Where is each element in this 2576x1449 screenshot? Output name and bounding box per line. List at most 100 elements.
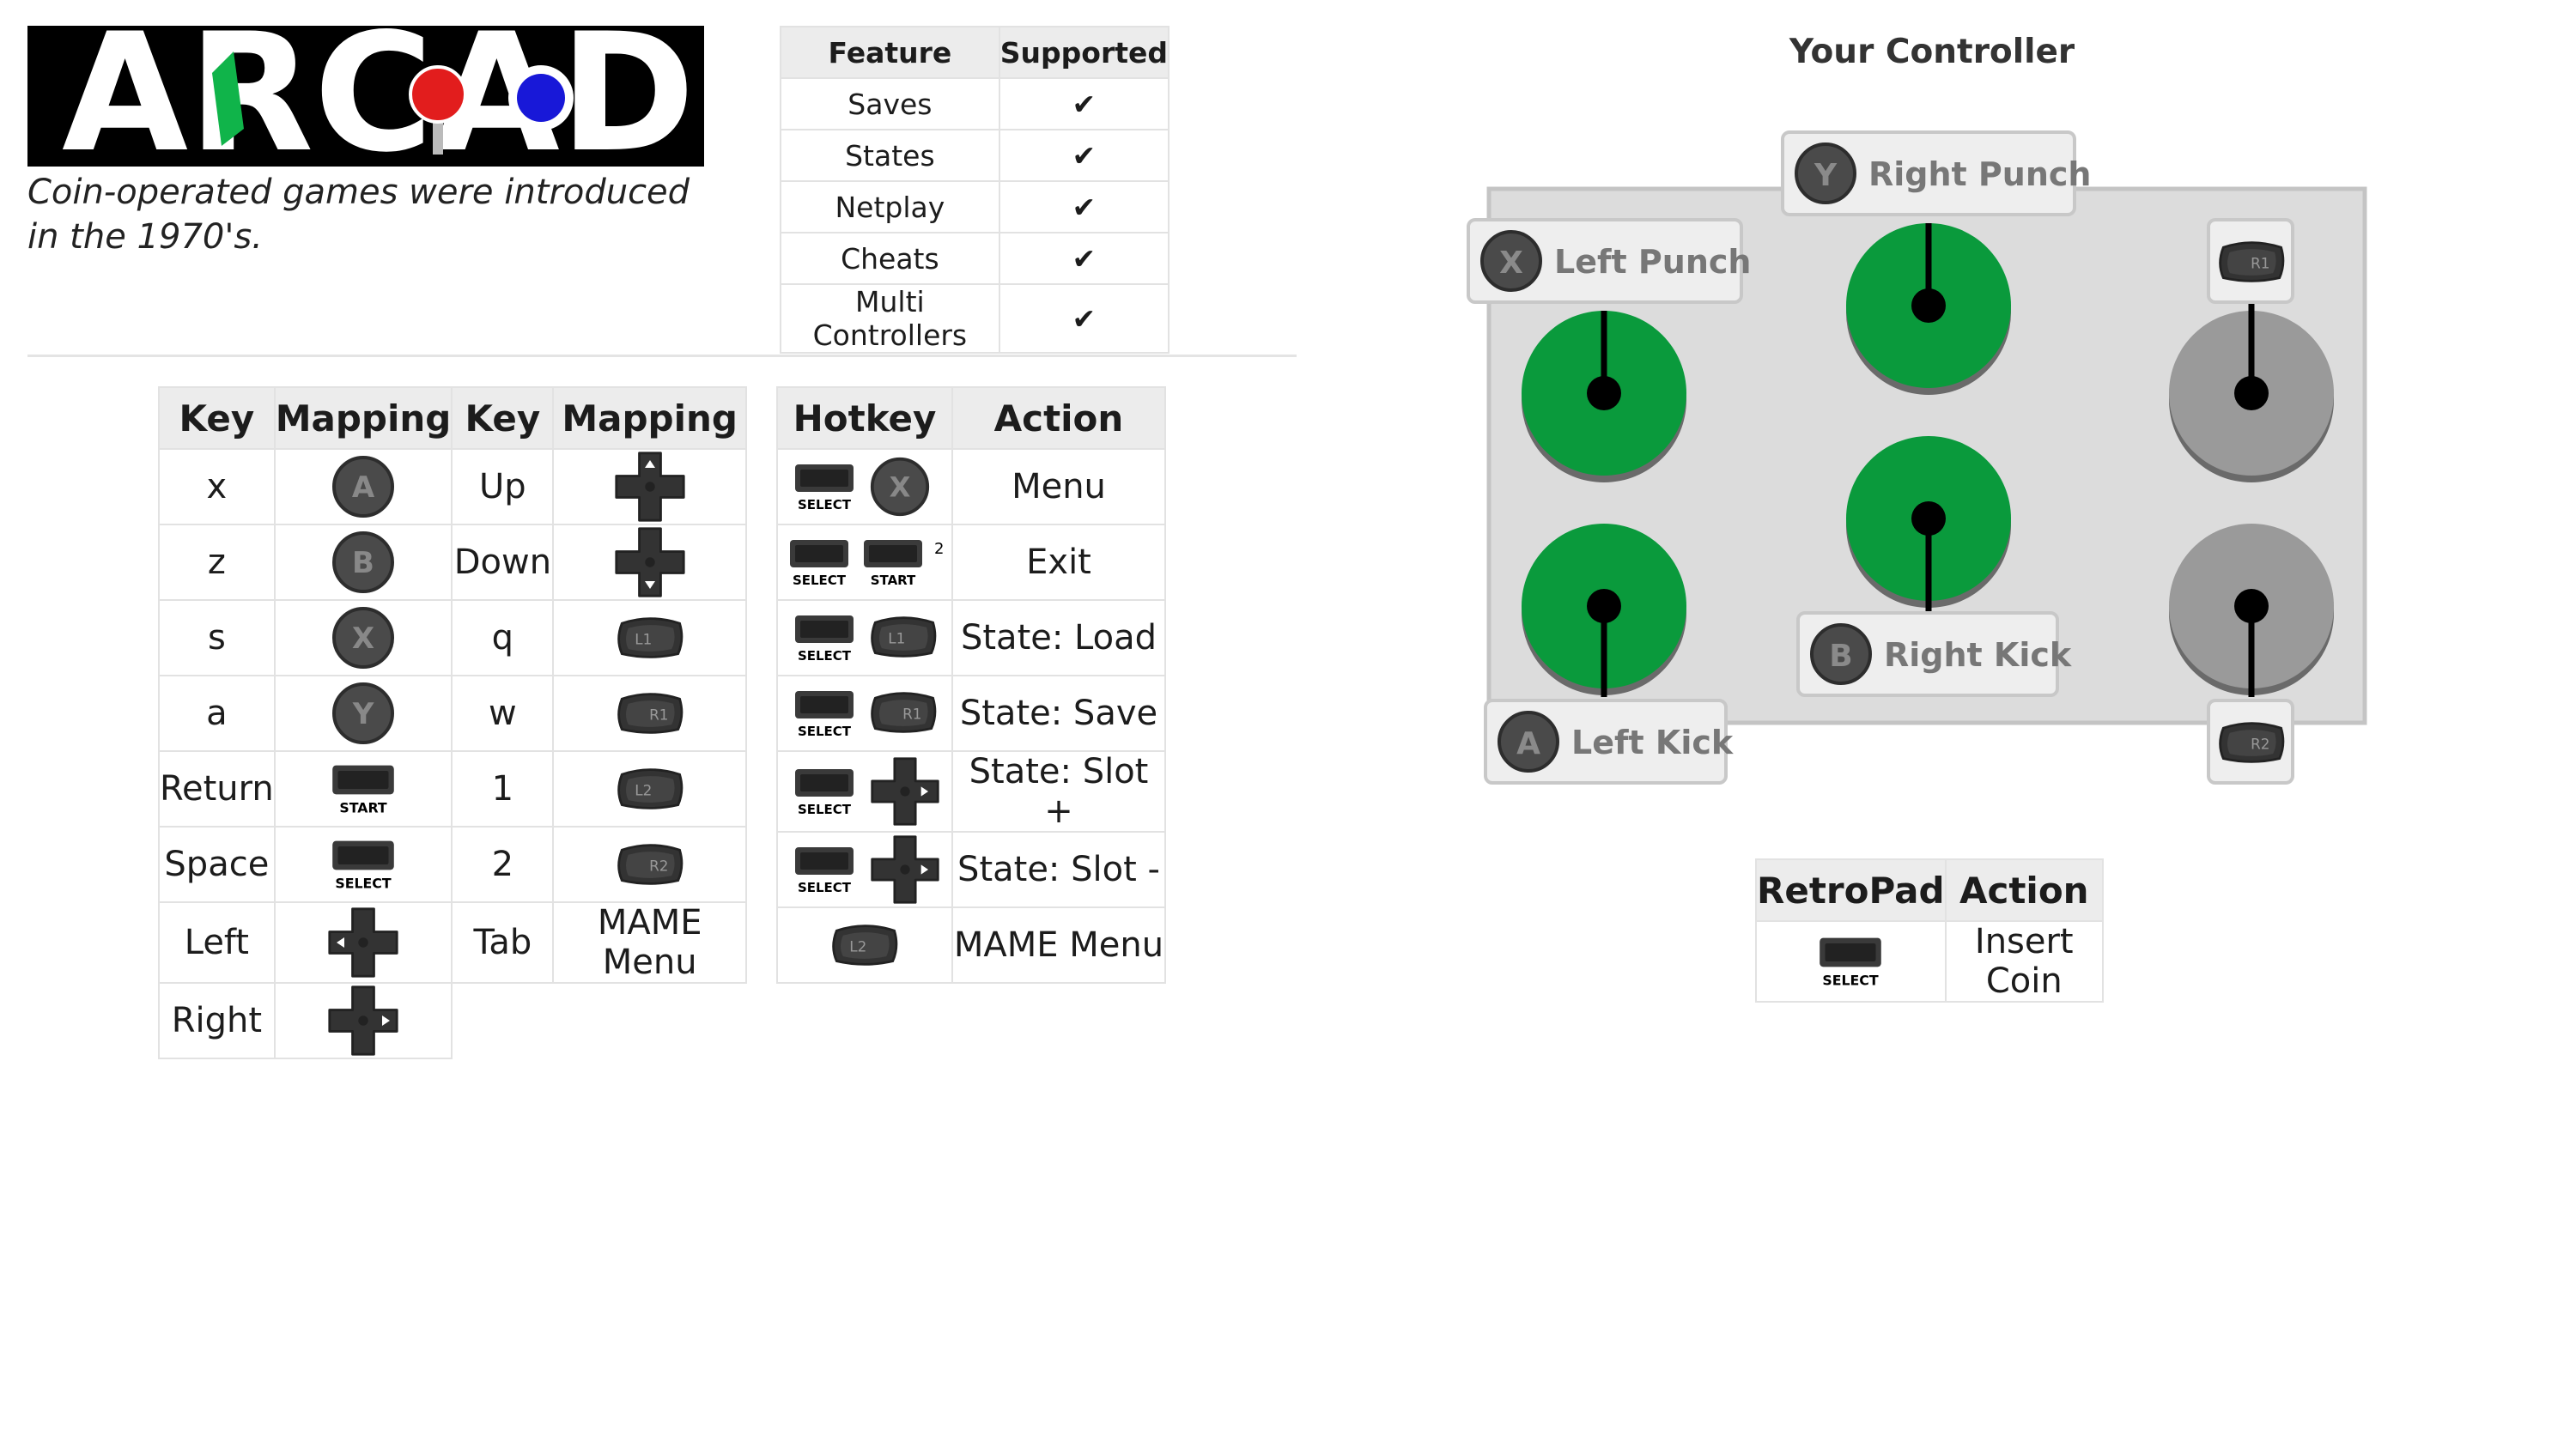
R2-trigger-icon: R2	[552, 826, 747, 903]
left-kick-button	[1522, 524, 1686, 697]
svg-text:START: START	[871, 573, 916, 588]
dpad-right-icon	[273, 982, 453, 1059]
key-cell: q	[451, 599, 555, 676]
svg-text:B: B	[1829, 639, 1852, 674]
select-button-icon: SELECT	[273, 826, 453, 903]
feature-table: Feature Supported Saves ✔ States ✔ Netplay…	[780, 26, 1170, 354]
L2-trigger-icon: L2	[776, 906, 953, 984]
svg-text:L1: L1	[635, 630, 652, 647]
svg-text:X: X	[1499, 246, 1523, 281]
dpad-down-icon	[552, 524, 747, 601]
key-cell: Up	[451, 448, 555, 525]
right-punch-callout: Y Right Punch	[1781, 130, 2091, 216]
svg-text:R2: R2	[649, 857, 668, 874]
empty-cell	[452, 983, 554, 1058]
left-punch-button	[1522, 311, 1686, 482]
logo-text: ARCADE	[62, 26, 704, 167]
svg-text:R2: R2	[2251, 735, 2269, 752]
key-cell: Down	[451, 524, 555, 601]
svg-text:Y: Y	[1814, 158, 1838, 193]
svg-text:R1: R1	[2251, 254, 2269, 271]
hotkey-action: State: Load	[951, 599, 1166, 676]
check-icon: ✔	[998, 232, 1170, 285]
right-kick-callout: B Right Kick	[1796, 611, 2072, 697]
hotkey-combo-select-r1: SELECT R1	[776, 675, 953, 752]
A-button-icon: A	[273, 448, 453, 525]
svg-text:SELECT: SELECT	[798, 802, 852, 817]
L2-trigger-icon: L2	[552, 750, 747, 828]
svg-text:L2: L2	[849, 937, 866, 955]
hotkey-combo-select-start: SELECT START 2	[776, 524, 953, 601]
svg-text:L1: L1	[888, 629, 905, 646]
hotkey-action: MAME Menu	[951, 906, 1166, 984]
svg-text:R1: R1	[902, 705, 921, 722]
key-cell: 1	[451, 750, 555, 828]
hotkey-header: Hotkey	[776, 386, 953, 450]
svg-text:SELECT: SELECT	[335, 875, 392, 891]
dpad-left-icon	[273, 901, 453, 984]
retropad-header: RetroPad	[1755, 858, 1947, 922]
retropad-table: RetroPad Action SELECT Insert Coin	[1755, 858, 2105, 1003]
arcade-logo: ARCADE	[27, 26, 704, 167]
feature-name: Saves	[780, 77, 1000, 130]
svg-text:Left Kick: Left Kick	[1571, 724, 1734, 761]
select-button-icon: SELECT	[1755, 920, 1947, 1003]
feature-header: Feature	[780, 26, 1000, 79]
key-header: Key	[158, 386, 276, 450]
L1-bumper-icon: L1	[552, 599, 747, 676]
action-header: Action	[1944, 858, 2105, 922]
joystick-ball-icon	[409, 65, 467, 124]
r1-callout: R1	[2207, 218, 2294, 304]
svg-text:B: B	[352, 546, 374, 580]
hotkey-combo-select-dpad-right: SELECT	[776, 750, 953, 833]
svg-text:SELECT: SELECT	[798, 648, 852, 664]
divider	[27, 355, 1297, 357]
check-icon: ✔	[998, 283, 1170, 354]
r2-button	[2169, 524, 2334, 697]
key-cell: z	[158, 524, 276, 601]
check-icon: ✔	[998, 180, 1170, 233]
svg-text:R1: R1	[649, 706, 668, 723]
controller-diagram: X Left Punch Y Right Punch A Left Kick B…	[1467, 130, 2367, 785]
Y-button-icon: Y	[273, 675, 453, 752]
svg-text:SELECT: SELECT	[1823, 972, 1880, 988]
key-cell: Return	[158, 750, 276, 828]
check-icon: ✔	[998, 129, 1170, 182]
key-cell: x	[158, 448, 276, 525]
key-cell: Tab	[451, 901, 555, 984]
key-cell: w	[451, 675, 555, 752]
key-cell: 2	[451, 826, 555, 903]
feature-name: Netplay	[780, 180, 1000, 233]
mapping-header: Mapping	[552, 386, 747, 450]
svg-text:X: X	[890, 470, 911, 503]
feature-name: Cheats	[780, 232, 1000, 285]
action-header: Action	[951, 386, 1166, 450]
key-cell: s	[158, 599, 276, 676]
feature-name: Multi Controllers	[780, 283, 1000, 354]
feature-name: States	[780, 129, 1000, 182]
empty-cell	[553, 983, 746, 1058]
key-cell: Right	[158, 982, 276, 1059]
key-mapping-table: Key Mapping Key Mapping x A Up z B Down …	[158, 386, 747, 1059]
svg-text:Right Punch: Right Punch	[1868, 155, 2091, 193]
retropad-action: Insert Coin	[1944, 920, 2105, 1003]
hotkey-action: State: Slot -	[951, 831, 1166, 908]
start-button-icon: START	[273, 750, 453, 828]
hotkey-table: Hotkey Action SELECT X Menu SELECT START 2 …	[776, 386, 1166, 984]
hotkey-combo-select-l1: SELECT L1	[776, 599, 953, 676]
svg-text:A: A	[352, 470, 375, 505]
mapping-header: Mapping	[273, 386, 453, 450]
B-button-icon: B	[273, 524, 453, 601]
key-header: Key	[451, 386, 555, 450]
R1-bumper-icon: R1	[552, 675, 747, 752]
svg-text:X: X	[352, 621, 374, 656]
supported-header: Supported	[998, 26, 1170, 79]
mapping-text: MAME Menu	[552, 901, 747, 984]
r2-callout: R2	[2207, 699, 2294, 785]
svg-text:L2: L2	[635, 781, 652, 798]
controller-title: Your Controller	[1789, 33, 2075, 71]
svg-text:A: A	[1516, 726, 1540, 761]
hotkey-combo-select-x: SELECT X	[776, 448, 953, 525]
hotkey-action: State: Slot +	[951, 750, 1166, 833]
svg-text:2: 2	[934, 540, 944, 558]
